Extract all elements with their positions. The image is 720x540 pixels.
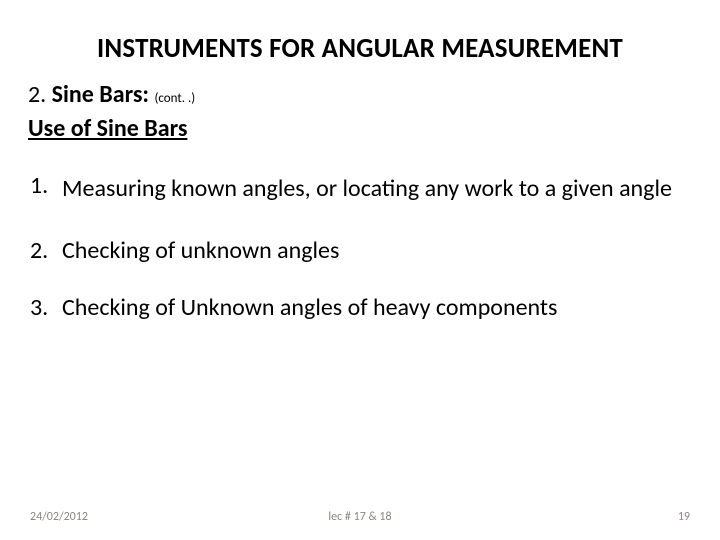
- list-item-text: Checking of Unknown angles of heavy comp…: [62, 288, 692, 328]
- slide-title: INSTRUMENTS FOR ANGULAR MEASUREMENT: [28, 32, 692, 65]
- list-item-number: 2.: [28, 231, 62, 271]
- section-heading: 2. Sine Bars: (cont. .): [28, 79, 692, 111]
- footer-date: 24/02/2012: [30, 510, 88, 524]
- list-item-text: Measuring known angles, or locating any …: [62, 166, 692, 213]
- list-item-number: 1.: [28, 166, 62, 213]
- footer-center: lec # 17 & 18: [0, 510, 720, 524]
- list-item: 3. Checking of Unknown angles of heavy c…: [28, 288, 692, 328]
- subheading: Use of Sine Bars: [28, 113, 692, 145]
- list-item: 2. Checking of unknown angles: [28, 231, 692, 271]
- heading-label: Sine Bars:: [52, 80, 149, 109]
- slide-footer: 24/02/2012 lec # 17 & 18 19: [0, 510, 720, 524]
- heading-continuation: (cont. .): [154, 91, 195, 106]
- list-item: 1. Measuring known angles, or locating a…: [28, 166, 692, 213]
- list-item-number: 3.: [28, 288, 62, 328]
- slide: INSTRUMENTS FOR ANGULAR MEASUREMENT 2. S…: [0, 0, 720, 540]
- heading-number: 2.: [28, 80, 46, 109]
- footer-page-number: 19: [678, 510, 690, 524]
- numbered-list: 1. Measuring known angles, or locating a…: [28, 166, 692, 328]
- list-item-text: Checking of unknown angles: [62, 231, 692, 271]
